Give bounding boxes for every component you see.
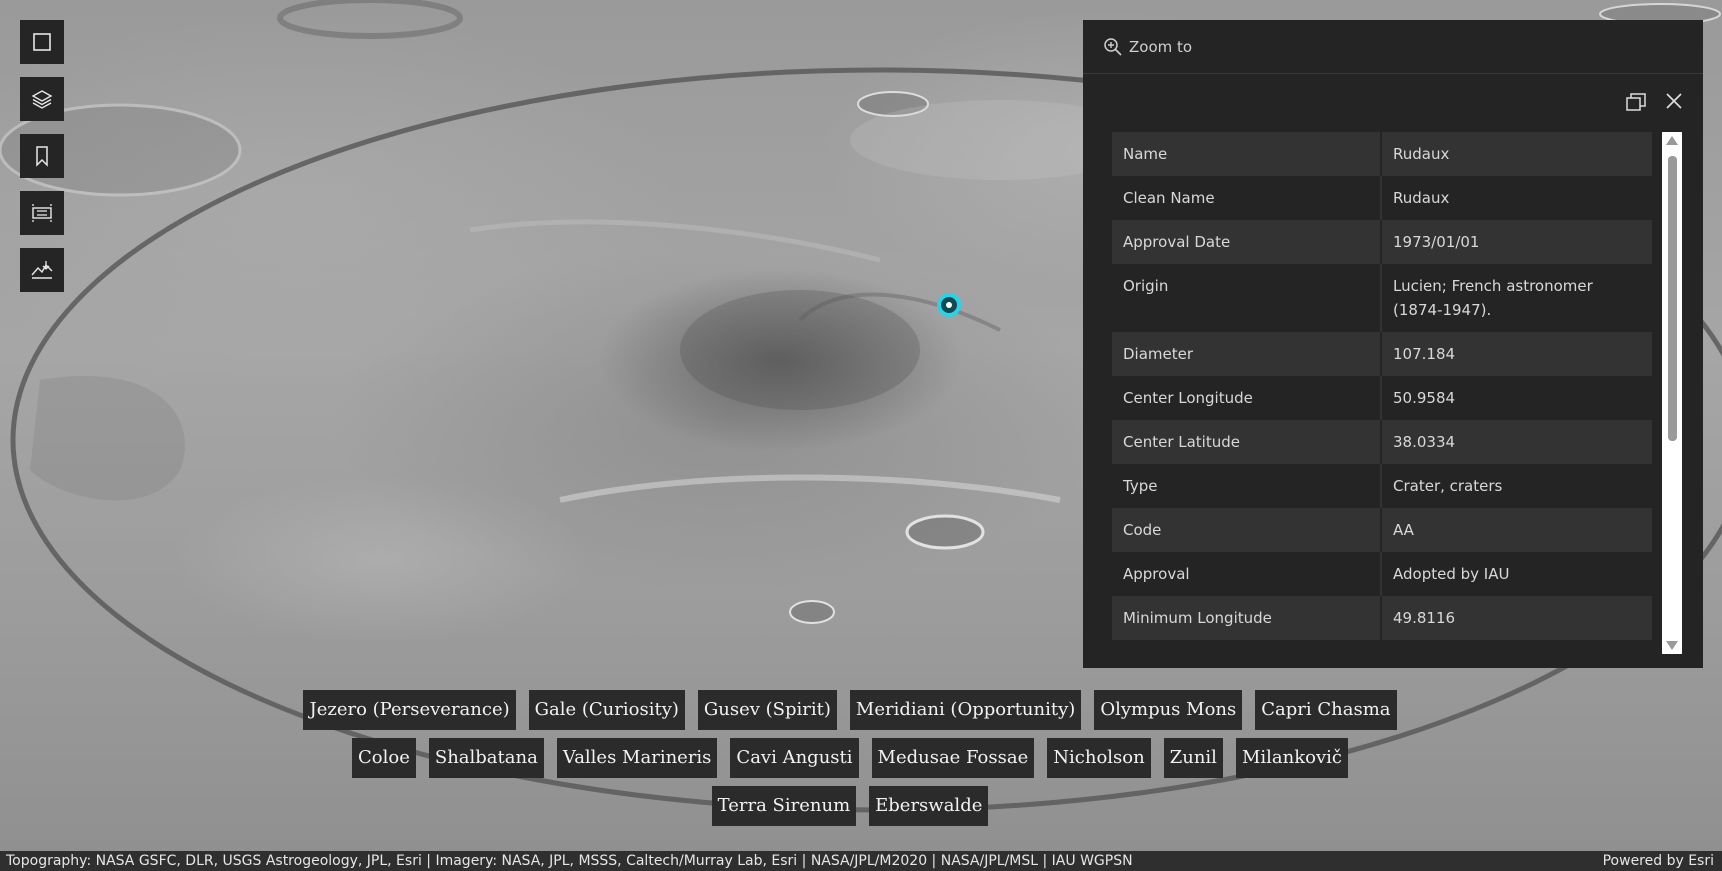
table-row: Approval Adopted by IAU bbox=[1112, 552, 1652, 596]
table-row: Type Crater, craters bbox=[1112, 464, 1652, 508]
table-row: Name Rudaux bbox=[1112, 132, 1652, 176]
popup-header: Zoom to bbox=[1083, 20, 1703, 74]
attribute-table[interactable]: Name Rudaux Clean Name Rudaux Approval Dat… bbox=[1112, 132, 1652, 644]
bookmark-label[interactable]: Terra Sirenum bbox=[711, 786, 857, 826]
attribute-value: 107.184 bbox=[1393, 345, 1456, 363]
bookmark-label[interactable]: Zunil bbox=[1163, 738, 1223, 778]
attribute-key: Diameter bbox=[1112, 332, 1382, 376]
elevation-profile-button[interactable] bbox=[20, 248, 64, 292]
bookmarks-button[interactable] bbox=[20, 134, 64, 178]
table-row: Center Latitude 38.0334 bbox=[1112, 420, 1652, 464]
map-toolbar bbox=[20, 20, 64, 305]
scroll-down-icon[interactable] bbox=[1666, 641, 1678, 650]
attribute-value: Crater, craters bbox=[1393, 477, 1503, 495]
square-icon bbox=[33, 33, 51, 51]
scroll-up-icon[interactable] bbox=[1666, 136, 1678, 145]
attribute-key: Name bbox=[1112, 132, 1382, 176]
table-row: Center Longitude 50.9584 bbox=[1112, 376, 1652, 420]
table-row: Clean Name Rudaux bbox=[1112, 176, 1652, 220]
bookmark-row: Coloe Shalbatana Valles Marineris Cavi A… bbox=[300, 738, 1400, 778]
zoom-in-icon bbox=[1104, 37, 1122, 56]
bookmark-icon bbox=[36, 146, 48, 167]
bookmark-label[interactable]: Shalbatana bbox=[428, 738, 544, 778]
attribute-key: Code bbox=[1112, 508, 1382, 552]
elevation-profile-icon bbox=[31, 261, 53, 279]
bookmark-label[interactable]: Medusae Fossae bbox=[871, 738, 1035, 778]
attribute-key: Center Longitude bbox=[1112, 376, 1382, 420]
attribute-value: 49.8116 bbox=[1393, 609, 1456, 627]
scroll-thumb[interactable] bbox=[1668, 156, 1677, 441]
attribute-key: Type bbox=[1112, 464, 1382, 508]
bookmark-label[interactable]: Meridiani (Opportunity) bbox=[849, 690, 1082, 730]
attribute-key: Origin bbox=[1112, 264, 1382, 332]
attribute-value: 50.9584 bbox=[1393, 389, 1456, 407]
bookmark-label[interactable]: Jezero (Perseverance) bbox=[303, 690, 516, 730]
feature-popup: Zoom to Name Rudaux Clean Name Rudaux Appr… bbox=[1083, 20, 1703, 668]
attribute-key: Center Latitude bbox=[1112, 420, 1382, 464]
attribute-key: Clean Name bbox=[1112, 176, 1382, 220]
layers-icon bbox=[31, 90, 53, 109]
attribution-text[interactable]: Topography: NASA GSFC, DLR, USGS Astroge… bbox=[6, 851, 1133, 871]
table-row: Minimum Longitude 49.8116 bbox=[1112, 596, 1652, 640]
zoom-to-button[interactable]: Zoom to bbox=[1103, 37, 1192, 57]
bookmark-label[interactable]: Valles Marineris bbox=[556, 738, 718, 778]
table-row: Origin Lucien; French astronomer (1874-19… bbox=[1112, 264, 1652, 332]
bookmark-label[interactable]: Milankovič bbox=[1235, 738, 1348, 778]
table-row: Approval Date 1973/01/01 bbox=[1112, 220, 1652, 264]
bookmark-labels: Jezero (Perseverance) Gale (Curiosity) G… bbox=[300, 690, 1400, 834]
bookmark-row: Jezero (Perseverance) Gale (Curiosity) G… bbox=[300, 690, 1400, 730]
attribute-value: Rudaux bbox=[1393, 189, 1450, 207]
attribute-key: Minimum Longitude bbox=[1112, 596, 1382, 640]
zoom-to-label: Zoom to bbox=[1129, 37, 1193, 56]
attribute-value: AA bbox=[1393, 521, 1414, 539]
bookmark-label[interactable]: Capri Chasma bbox=[1255, 690, 1397, 730]
square-select-button[interactable] bbox=[20, 20, 64, 64]
attribute-key: Approval bbox=[1112, 552, 1382, 596]
powered-by-link[interactable]: Powered by Esri bbox=[1603, 851, 1714, 871]
bookmark-label[interactable]: Gale (Curiosity) bbox=[528, 690, 685, 730]
attribute-value: Rudaux bbox=[1393, 145, 1450, 163]
bookmark-label[interactable]: Nicholson bbox=[1047, 738, 1151, 778]
table-row: Diameter 107.184 bbox=[1112, 332, 1652, 376]
close-icon bbox=[1666, 93, 1682, 109]
measure-button[interactable] bbox=[20, 191, 64, 235]
popup-scrollbar[interactable] bbox=[1662, 132, 1682, 654]
close-button[interactable] bbox=[1665, 92, 1683, 116]
dock-button[interactable] bbox=[1625, 92, 1647, 116]
attribute-value: 38.0334 bbox=[1393, 433, 1456, 451]
table-row: Code AA bbox=[1112, 508, 1652, 552]
attribute-value: 1973/01/01 bbox=[1393, 233, 1480, 251]
bookmark-label[interactable]: Gusev (Spirit) bbox=[697, 690, 837, 730]
attribute-key: Approval Date bbox=[1112, 220, 1382, 264]
dock-icon bbox=[1626, 93, 1646, 111]
attribution-bar: Topography: NASA GSFC, DLR, USGS Astroge… bbox=[0, 851, 1722, 871]
bookmark-label[interactable]: Coloe bbox=[352, 738, 416, 778]
attribute-value: Adopted by IAU bbox=[1393, 565, 1510, 583]
bookmark-label[interactable]: Cavi Angusti bbox=[730, 738, 859, 778]
bookmark-label[interactable]: Eberswalde bbox=[869, 786, 989, 826]
layers-button[interactable] bbox=[20, 77, 64, 121]
measure-icon bbox=[32, 204, 52, 222]
popup-actions bbox=[1625, 92, 1683, 116]
bookmark-label[interactable]: Olympus Mons bbox=[1094, 690, 1243, 730]
attribute-value: Lucien; French astronomer (1874-1947). bbox=[1393, 277, 1593, 319]
bookmark-row: Terra Sirenum Eberswalde bbox=[300, 786, 1400, 826]
